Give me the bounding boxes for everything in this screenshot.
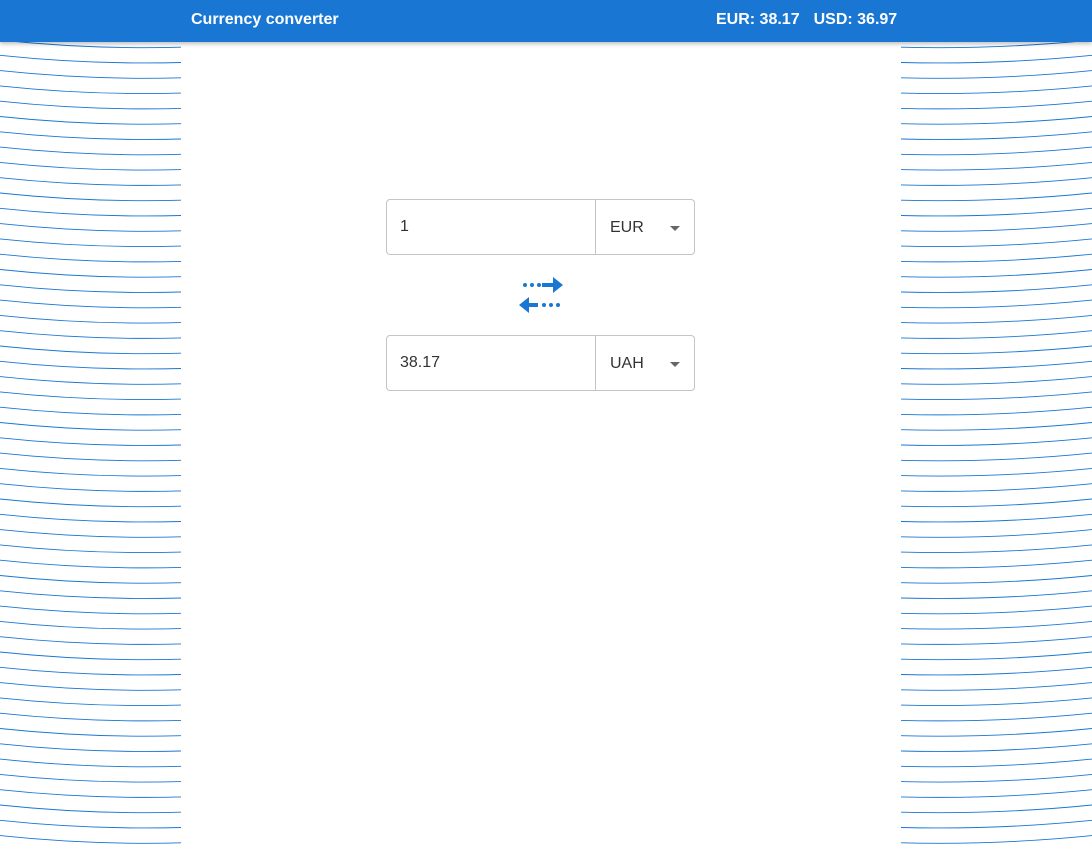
chevron-down-icon bbox=[670, 362, 680, 367]
to-currency-value: UAH bbox=[610, 355, 644, 372]
from-amount-input[interactable] bbox=[386, 199, 596, 255]
to-currency-select[interactable]: UAH bbox=[595, 335, 695, 391]
exchange-rates: EUR: 38.17 USD: 36.97 bbox=[716, 11, 897, 29]
rate-usd: USD: 36.97 bbox=[813, 11, 898, 28]
swap-arrows-icon bbox=[519, 277, 563, 313]
to-amount-input[interactable] bbox=[386, 335, 596, 391]
from-currency-row: EUR bbox=[386, 199, 696, 255]
app-bar: Currency converter EUR: 38.17 USD: 36.97 bbox=[0, 0, 1092, 42]
chevron-down-icon bbox=[670, 226, 680, 231]
decorative-wave-pattern-left bbox=[0, 0, 181, 846]
from-currency-select[interactable]: EUR bbox=[595, 199, 695, 255]
app-title: Currency converter bbox=[191, 11, 339, 28]
rate-eur: EUR: 38.17 bbox=[716, 11, 800, 28]
page: Currency converter EUR: 38.17 USD: 36.97 … bbox=[0, 0, 1092, 846]
swap-currencies-button[interactable] bbox=[516, 276, 566, 316]
to-currency-row: UAH bbox=[386, 335, 696, 391]
from-currency-value: EUR bbox=[610, 219, 644, 236]
decorative-wave-pattern-right bbox=[901, 0, 1092, 846]
